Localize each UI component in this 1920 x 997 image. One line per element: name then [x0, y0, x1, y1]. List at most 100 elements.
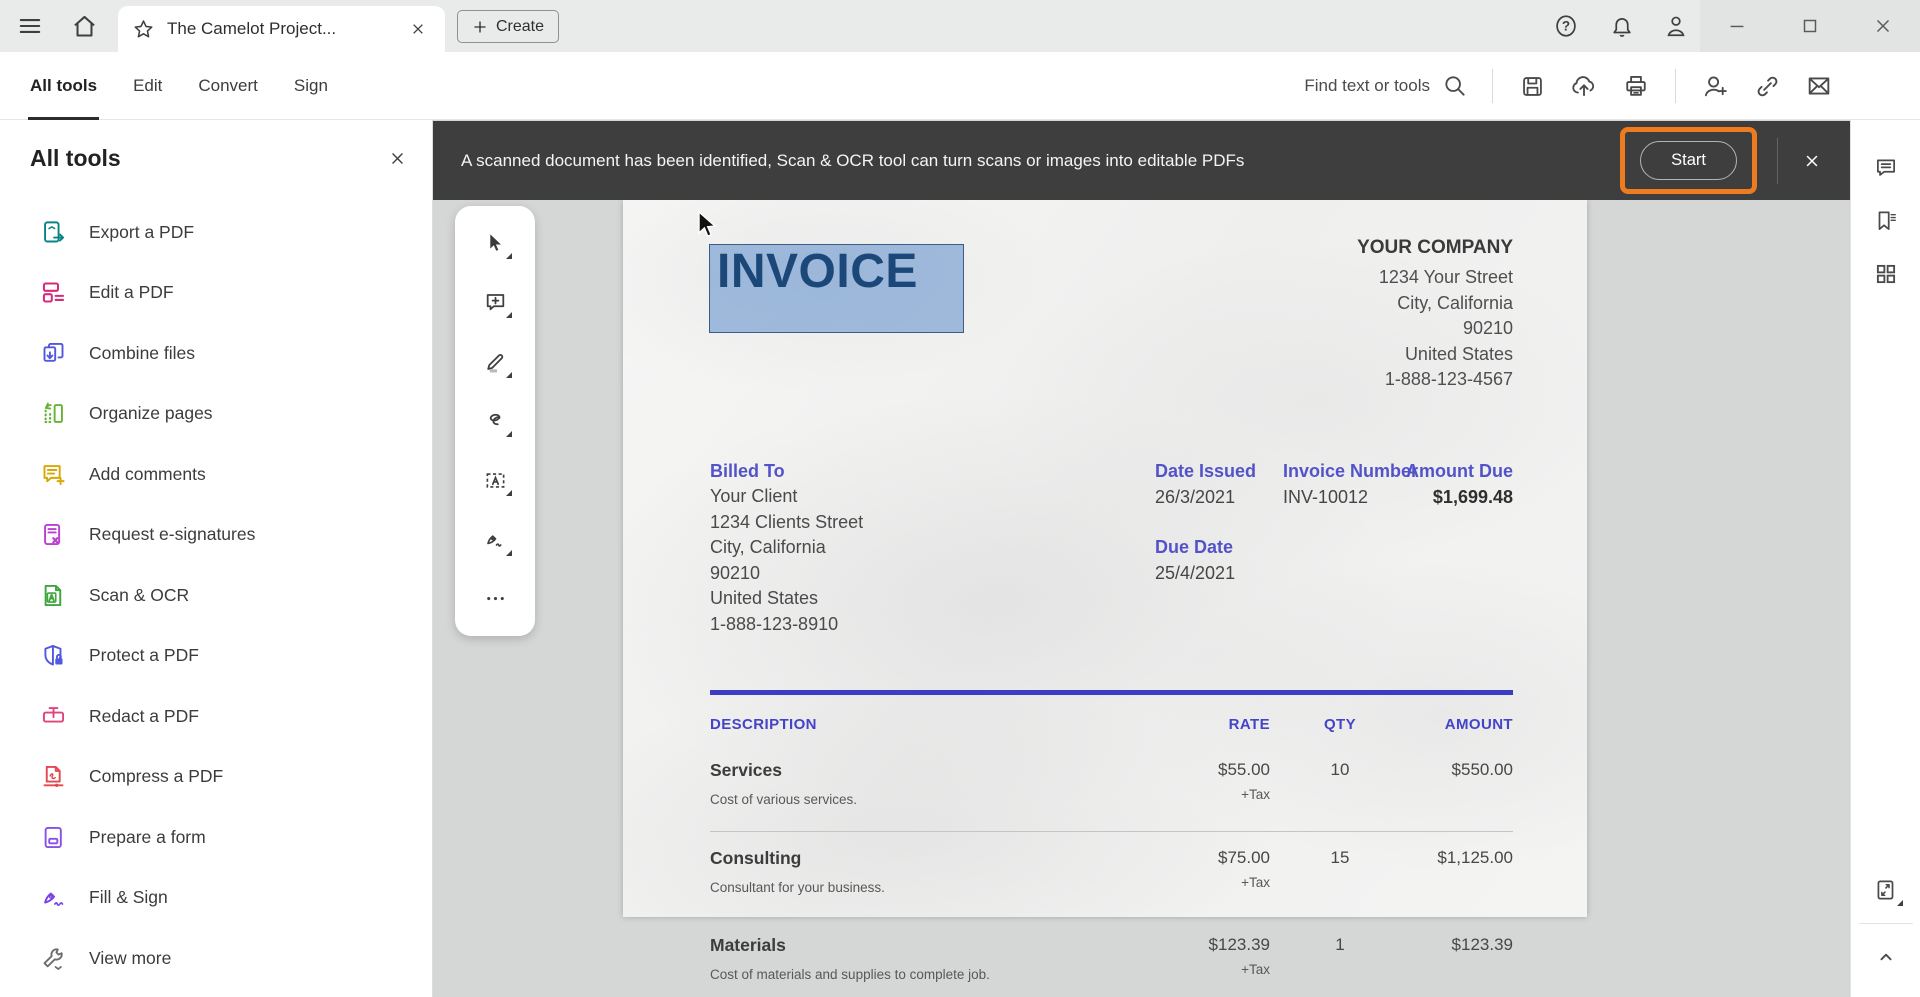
tool-label: Redact a PDF [89, 706, 199, 727]
billed-line: City, California [710, 535, 863, 561]
sidebar-item-scan-ocr[interactable]: Scan & OCR [0, 565, 432, 626]
sidebar-item-prepare-form[interactable]: Prepare a form [0, 807, 432, 868]
amount-due-block: Amount Due $1,699.48 [1406, 458, 1513, 510]
add-comments-icon [40, 461, 67, 488]
billed-line: 1-888-123-8910 [710, 612, 863, 638]
account-profile-icon[interactable] [1654, 0, 1698, 52]
star-icon[interactable] [132, 18, 155, 41]
svg-text:?: ? [1562, 19, 1570, 34]
billed-to-label: Billed To [710, 458, 863, 484]
email-icon[interactable] [1798, 65, 1840, 107]
page-thumbnails-icon[interactable] [1863, 251, 1909, 297]
collapse-rail-chevron-icon[interactable] [1863, 934, 1909, 980]
compress-pdf-icon [40, 763, 67, 790]
link-icon[interactable] [1746, 65, 1788, 107]
find-text-or-tools[interactable]: Find text or tools [1304, 73, 1468, 99]
tool-label: Scan & OCR [89, 585, 189, 606]
create-button[interactable]: Create [457, 10, 559, 43]
row-description: Materials [710, 935, 786, 956]
comments-panel-icon[interactable] [1863, 145, 1909, 191]
row-rate: $75.00 [1123, 848, 1270, 868]
sidebar-item-compress-pdf[interactable]: Compress a PDF [0, 747, 432, 808]
request-esignatures-icon [40, 521, 67, 548]
selected-text-highlight[interactable]: INVOICE [709, 244, 964, 333]
tool-flyout-arrow-icon [506, 550, 512, 556]
cloud-upload-icon[interactable] [1563, 65, 1605, 107]
tool-label: Protect a PDF [89, 645, 199, 666]
hamburger-menu-icon[interactable] [8, 0, 52, 52]
tool-label: Edit a PDF [89, 282, 174, 303]
add-text-box-tool[interactable] [472, 457, 518, 503]
page-display-options-icon[interactable] [1863, 867, 1909, 913]
tool-flyout-arrow-icon [506, 490, 512, 496]
tool-flyout-arrow-icon [506, 431, 512, 437]
col-rate: RATE [1123, 716, 1270, 733]
titlebar: ? The Camelot Project... Create [0, 0, 1920, 52]
sidebar-item-edit-pdf[interactable]: Edit a PDF [0, 263, 432, 324]
document-tab[interactable]: The Camelot Project... [118, 6, 445, 52]
home-icon[interactable] [62, 0, 106, 52]
tab-all-tools[interactable]: All tools [30, 52, 97, 120]
banner-close-icon[interactable] [1788, 137, 1836, 185]
sidebar-item-fill-sign[interactable]: Fill & Sign [0, 868, 432, 929]
tools-panel-title: All tools [30, 145, 121, 172]
window-controls [1700, 0, 1920, 52]
sidebar-item-organize-pages[interactable]: Organize pages [0, 384, 432, 445]
banner-message: A scanned document has been identified, … [461, 151, 1620, 171]
tools-list: Export a PDF Edit a PDF Combine files Or… [0, 202, 432, 989]
billed-line: Your Client [710, 484, 863, 510]
company-line: 1-888-123-4567 [1357, 367, 1513, 393]
tab-title: The Camelot Project... [167, 19, 393, 39]
combine-files-icon [40, 340, 67, 367]
pdf-page[interactable]: INVOICE YOUR COMPANY 1234 Your Street Ci… [623, 200, 1587, 917]
tab-close-icon[interactable] [405, 16, 431, 42]
sidebar-item-export-pdf[interactable]: Export a PDF [0, 202, 432, 263]
mouse-cursor [693, 210, 719, 240]
help-icon[interactable]: ? [1544, 0, 1588, 52]
more-tools[interactable] [472, 576, 518, 622]
minimize-button[interactable] [1700, 0, 1773, 52]
close-window-button[interactable] [1847, 0, 1920, 52]
col-qty: QTY [1303, 716, 1377, 733]
start-button[interactable]: Start [1640, 141, 1737, 180]
quick-tools-palette [455, 206, 535, 636]
row-amount: $123.39 [1381, 935, 1513, 955]
sidebar-item-protect-pdf[interactable]: Protect a PDF [0, 626, 432, 687]
tool-flyout-arrow-icon [1897, 900, 1903, 906]
lasso-tool[interactable] [472, 398, 518, 444]
print-icon[interactable] [1615, 65, 1657, 107]
tab-convert[interactable]: Convert [198, 52, 258, 120]
bookmarks-panel-icon[interactable] [1863, 198, 1909, 244]
draw-highlight-tool[interactable] [472, 339, 518, 385]
maximize-button[interactable] [1773, 0, 1846, 52]
comment-tool[interactable] [472, 279, 518, 325]
date-issued-value: 26/3/2021 [1155, 484, 1256, 510]
search-icon [1442, 73, 1468, 99]
row-divider [710, 831, 1513, 832]
col-amount: AMOUNT [1381, 716, 1513, 733]
sign-tool[interactable] [472, 517, 518, 563]
sidebar-item-redact-pdf[interactable]: Redact a PDF [0, 686, 432, 747]
sidebar-item-request-esignatures[interactable]: Request e-signatures [0, 505, 432, 566]
tab-edit[interactable]: Edit [133, 52, 162, 120]
row-tax: +Tax [1123, 787, 1270, 802]
invoice-title: INVOICE [717, 245, 963, 299]
company-block: YOUR COMPANY 1234 Your Street City, Cali… [1357, 237, 1513, 393]
sidebar-item-add-comments[interactable]: Add comments [0, 444, 432, 505]
save-icon[interactable] [1511, 65, 1553, 107]
export-pdf-icon [40, 219, 67, 246]
row-rate: $123.39 [1123, 935, 1270, 955]
tool-label: Add comments [89, 464, 206, 485]
notifications-bell-icon[interactable] [1600, 0, 1644, 52]
invoice-number-block: Invoice Number INV-10012 [1283, 458, 1418, 510]
row-amount: $1,125.00 [1381, 848, 1513, 868]
tab-sign[interactable]: Sign [294, 52, 328, 120]
select-tool[interactable] [472, 220, 518, 266]
toolbar-divider [1675, 69, 1676, 103]
sidebar-item-view-more[interactable]: View more [0, 928, 432, 989]
request-signature-person-add-icon[interactable] [1694, 65, 1736, 107]
organize-pages-icon [40, 400, 67, 427]
row-note: Cost of various services. [710, 792, 857, 807]
sidebar-item-combine-files[interactable]: Combine files [0, 323, 432, 384]
tools-panel-close-icon[interactable] [382, 143, 412, 173]
